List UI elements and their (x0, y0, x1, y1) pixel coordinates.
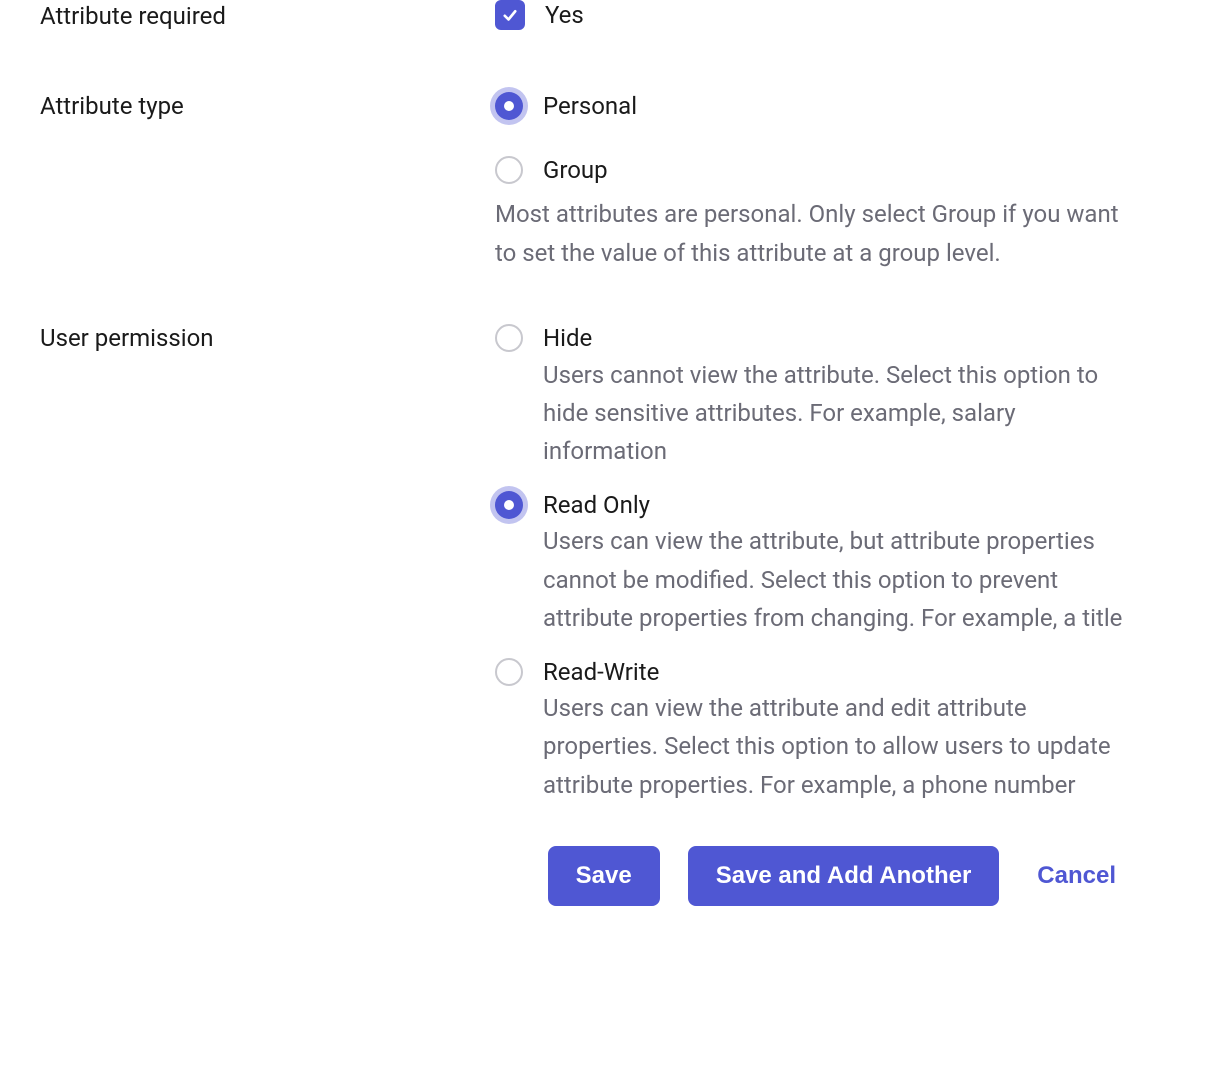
radio-label-readonly: Read Only (543, 489, 650, 523)
radio-personal[interactable] (495, 92, 523, 120)
radio-hide[interactable] (495, 324, 523, 352)
radio-option-group: Group (495, 154, 1145, 188)
label-attribute-type: Attribute type (40, 90, 495, 120)
check-icon (501, 6, 519, 24)
radio-desc-readwrite: Users can view the attribute and edit at… (543, 689, 1145, 804)
control-attribute-required: Yes (495, 0, 1145, 30)
radio-item-readwrite: Read-Write Users can view the attribute … (495, 656, 1145, 805)
radio-option-personal: Personal (495, 90, 1145, 124)
radio-label-group: Group (543, 154, 608, 188)
cancel-button[interactable]: Cancel (1027, 846, 1126, 906)
radio-desc-readonly: Users can view the attribute, but attrib… (543, 522, 1145, 637)
label-attribute-required: Attribute required (40, 0, 495, 30)
field-attribute-type: Attribute type Personal Group Most attri… (40, 90, 1186, 272)
button-row: Save Save and Add Another Cancel (40, 846, 1186, 906)
field-user-permission: User permission Hide Users cannot view t… (40, 322, 1186, 806)
radio-item-readonly: Read Only Users can view the attribute, … (495, 489, 1145, 638)
checkbox-attribute-required[interactable] (495, 0, 525, 30)
radio-option-readonly: Read Only (495, 489, 1145, 523)
radio-option-readwrite: Read-Write (495, 656, 1145, 690)
radio-readonly[interactable] (495, 491, 523, 519)
radio-option-hide: Hide (495, 322, 1145, 356)
radio-label-readwrite: Read-Write (543, 656, 659, 690)
save-button[interactable]: Save (548, 846, 660, 906)
radio-item-hide: Hide Users cannot view the attribute. Se… (495, 322, 1145, 471)
field-attribute-required: Attribute required Yes (40, 0, 1186, 30)
checkbox-label-yes: Yes (545, 1, 584, 29)
checkbox-row-yes: Yes (495, 0, 1145, 30)
label-user-permission: User permission (40, 322, 495, 352)
control-user-permission: Hide Users cannot view the attribute. Se… (495, 322, 1145, 806)
control-attribute-type: Personal Group Most attributes are perso… (495, 90, 1145, 272)
help-attribute-type: Most attributes are personal. Only selec… (495, 195, 1145, 272)
radio-label-personal: Personal (543, 90, 637, 124)
radio-label-hide: Hide (543, 322, 592, 356)
radio-readwrite[interactable] (495, 658, 523, 686)
radio-desc-hide: Users cannot view the attribute. Select … (543, 356, 1145, 471)
radio-item-personal: Personal (495, 90, 1145, 124)
save-and-add-another-button[interactable]: Save and Add Another (688, 846, 1000, 906)
radio-group[interactable] (495, 156, 523, 184)
radio-item-group: Group (495, 154, 1145, 188)
